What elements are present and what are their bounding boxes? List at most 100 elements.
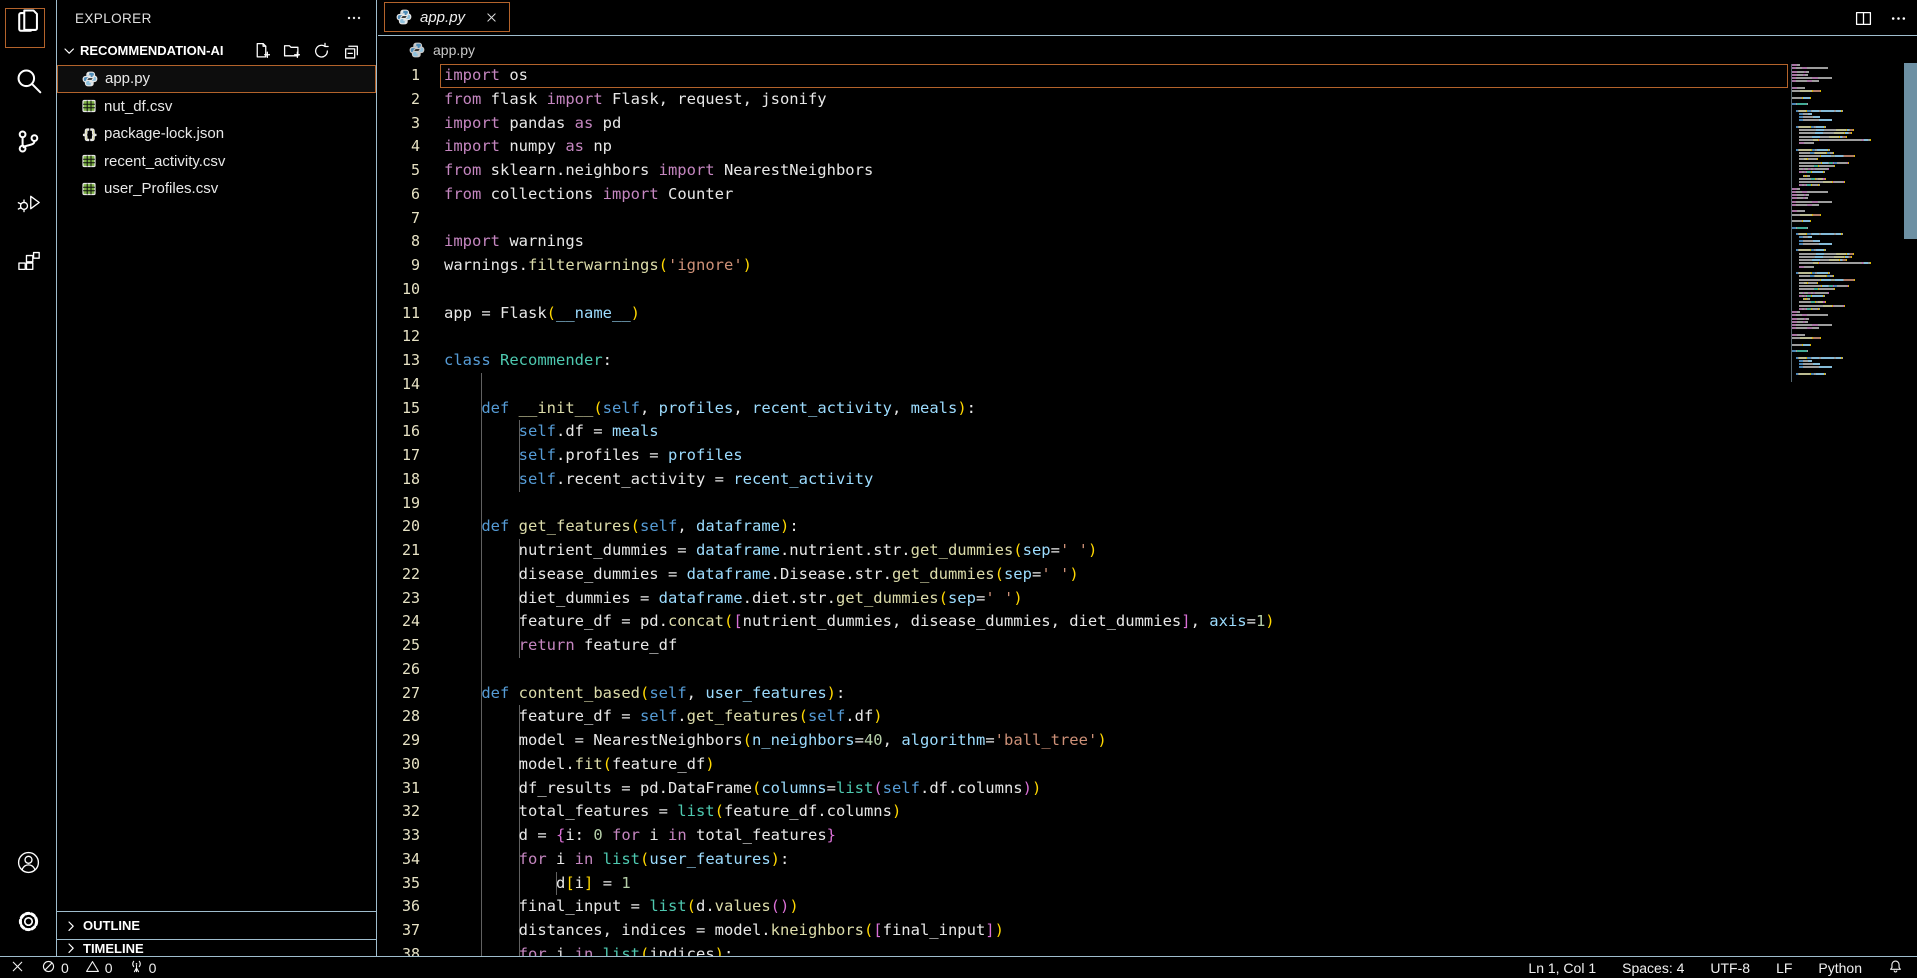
code-line-35[interactable]: 35 d[i] = 1 (378, 872, 1917, 896)
scrollbar-slider[interactable] (1904, 63, 1917, 239)
status-item-warnings[interactable]: 0 (85, 959, 113, 977)
status-item-notifications[interactable] (1888, 959, 1903, 977)
minimap-line (1792, 184, 1904, 186)
status-item-language-mode[interactable]: Python (1818, 960, 1862, 976)
line-number: 32 (378, 800, 420, 824)
folder-section-header[interactable]: RECOMMENDATION-AI (57, 36, 376, 65)
file-row-app.py[interactable]: app.py (57, 65, 376, 93)
code-line-14[interactable]: 14 (378, 373, 1917, 397)
minimap-line (1792, 292, 1904, 294)
sidebar-item-source-control[interactable] (0, 124, 56, 164)
line-number: 5 (378, 159, 420, 183)
code-line-9[interactable]: 9warnings.filterwarnings('ignore') (378, 254, 1917, 278)
code-line-10[interactable]: 10 (378, 278, 1917, 302)
code-line-12[interactable]: 12 (378, 325, 1917, 349)
breadcrumb[interactable]: app.py (378, 36, 1917, 63)
line-number: 8 (378, 230, 420, 254)
timeline-panel-header[interactable]: TIMELINE (57, 939, 376, 956)
code-line-27[interactable]: 27 def content_based(self, user_features… (378, 682, 1917, 706)
code-line-38[interactable]: 38 for i in list(indices): (378, 943, 1917, 956)
new-file-icon[interactable] (253, 42, 270, 59)
status-item-errors[interactable]: 0 (41, 959, 69, 977)
code-line-6[interactable]: 6from collections import Counter (378, 183, 1917, 207)
code-line-23[interactable]: 23 diet_dummies = dataframe.diet.str.get… (378, 587, 1917, 611)
vscode-window: EXPLORER RECOMMENDATION-AI app.pynut_df.… (0, 0, 1917, 978)
code-line-29[interactable]: 29 model = NearestNeighbors(n_neighbors=… (378, 729, 1917, 753)
code-line-33[interactable]: 33 d = {i: 0 for i in total_features} (378, 824, 1917, 848)
code-text: total_features = list(feature_df.columns… (444, 800, 901, 824)
python-file-icon (396, 9, 412, 25)
code-line-8[interactable]: 8import warnings (378, 230, 1917, 254)
minimap-line (1792, 314, 1904, 316)
code-line-31[interactable]: 31 df_results = pd.DataFrame(columns=lis… (378, 777, 1917, 801)
sidebar-item-explorer[interactable] (0, 4, 56, 44)
code-line-7[interactable]: 7 (378, 207, 1917, 231)
file-row-recent_activity.csv[interactable]: recent_activity.csv (57, 148, 376, 176)
radio-tower-icon (129, 959, 144, 977)
code-line-34[interactable]: 34 for i in list(user_features): (378, 848, 1917, 872)
status-item-encoding[interactable]: UTF-8 (1710, 960, 1750, 976)
code-line-3[interactable]: 3import pandas as pd (378, 112, 1917, 136)
code-text: import pandas as pd (444, 112, 621, 136)
ellipsis-icon[interactable] (346, 10, 362, 26)
minimap-line (1792, 74, 1904, 76)
minimap-line (1792, 129, 1904, 131)
gear-icon (15, 908, 42, 940)
line-number: 11 (378, 302, 420, 326)
outline-panel-header[interactable]: OUTLINE (57, 911, 376, 939)
minimap-line (1792, 214, 1904, 216)
line-number: 16 (378, 420, 420, 444)
code-line-13[interactable]: 13class Recommender: (378, 349, 1917, 373)
file-row-package-lock.json[interactable]: {}package-lock.json (57, 120, 376, 148)
code-line-5[interactable]: 5from sklearn.neighbors import NearestNe… (378, 159, 1917, 183)
collapse-all-icon[interactable] (343, 42, 360, 59)
tab-app-py[interactable]: app.py (384, 2, 510, 32)
code-line-2[interactable]: 2from flask import Flask, request, jsoni… (378, 88, 1917, 112)
code-line-24[interactable]: 24 feature_df = pd.concat([nutrient_dumm… (378, 610, 1917, 634)
code-line-1[interactable]: 1import os (378, 64, 1917, 88)
minimap-line (1792, 340, 1904, 342)
minimap[interactable] (1791, 64, 1904, 382)
status-item-indentation[interactable]: Spaces: 4 (1622, 960, 1684, 976)
code-line-19[interactable]: 19 (378, 492, 1917, 516)
line-number: 17 (378, 444, 420, 468)
code-line-11[interactable]: 11app = Flask(__name__) (378, 302, 1917, 326)
code-line-21[interactable]: 21 nutrient_dummies = dataframe.nutrient… (378, 539, 1917, 563)
split-editor-icon[interactable] (1855, 10, 1872, 27)
sidebar-item-search[interactable] (0, 63, 56, 103)
file-row-user_Profiles.csv[interactable]: user_Profiles.csv (57, 175, 376, 203)
code-line-25[interactable]: 25 return feature_df (378, 634, 1917, 658)
code-line-4[interactable]: 4import numpy as np (378, 135, 1917, 159)
new-folder-icon[interactable] (283, 42, 300, 59)
refresh-icon[interactable] (313, 42, 330, 59)
line-number: 31 (378, 777, 420, 801)
more-actions-icon[interactable] (1890, 10, 1907, 27)
code-line-28[interactable]: 28 feature_df = self.get_features(self.d… (378, 705, 1917, 729)
code-line-18[interactable]: 18 self.recent_activity = recent_activit… (378, 468, 1917, 492)
code-editor[interactable]: 1import os2from flask import Flask, requ… (378, 64, 1917, 956)
code-line-30[interactable]: 30 model.fit(feature_df) (378, 753, 1917, 777)
code-line-16[interactable]: 16 self.df = meals (378, 420, 1917, 444)
close-icon[interactable] (485, 11, 498, 24)
code-line-36[interactable]: 36 final_input = list(d.values()) (378, 895, 1917, 919)
code-line-17[interactable]: 17 self.profiles = profiles (378, 444, 1917, 468)
code-line-26[interactable]: 26 (378, 658, 1917, 682)
line-number: 20 (378, 515, 420, 539)
manage-button[interactable] (0, 904, 56, 944)
code-line-22[interactable]: 22 disease_dummies = dataframe.Disease.s… (378, 563, 1917, 587)
sidebar-item-extensions[interactable] (0, 245, 56, 285)
code-text: return feature_df (444, 634, 677, 658)
accounts-button[interactable] (0, 845, 56, 885)
code-line-37[interactable]: 37 distances, indices = model.kneighbors… (378, 919, 1917, 943)
minimap-line (1792, 249, 1904, 251)
code-line-32[interactable]: 32 total_features = list(feature_df.colu… (378, 800, 1917, 824)
code-line-20[interactable]: 20 def get_features(self, dataframe): (378, 515, 1917, 539)
sidebar-item-run-debug[interactable] (0, 185, 56, 225)
status-item-remote-indicator[interactable] (10, 959, 25, 977)
status-item-cursor-position[interactable]: Ln 1, Col 1 (1528, 960, 1596, 976)
code-line-15[interactable]: 15 def __init__(self, profiles, recent_a… (378, 397, 1917, 421)
status-item-eol[interactable]: LF (1776, 960, 1792, 976)
minimap-line (1792, 246, 1904, 248)
status-item-ports[interactable]: 0 (129, 959, 157, 977)
file-row-nut_df.csv[interactable]: nut_df.csv (57, 93, 376, 121)
